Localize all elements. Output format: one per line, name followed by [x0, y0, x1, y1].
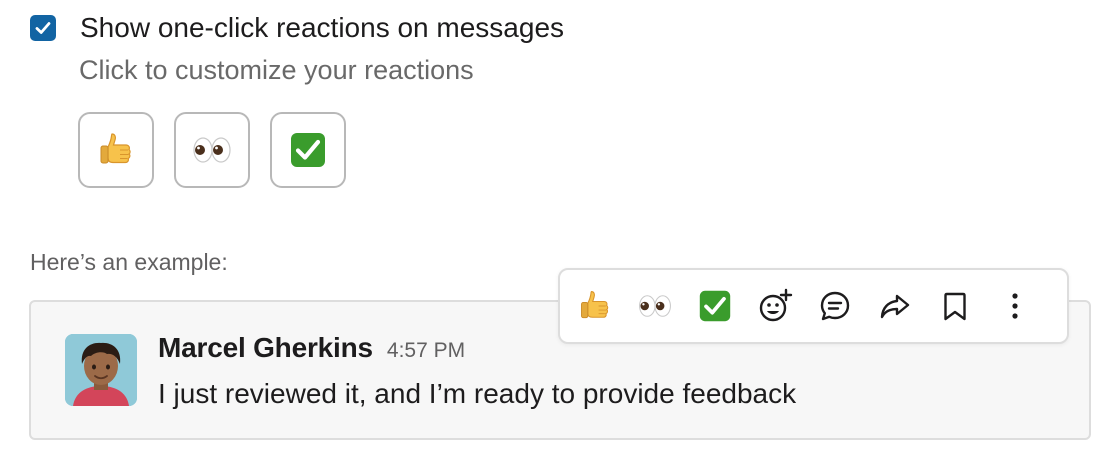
avatar [65, 334, 137, 406]
thumbs-up-emoji-icon [100, 133, 131, 164]
author-name[interactable]: Marcel Gherkins [158, 332, 373, 364]
thumbs-up-emoji-icon [581, 291, 609, 319]
reaction-slot-check[interactable] [270, 112, 346, 188]
add-reaction-icon [759, 288, 793, 322]
quick-react-eyes-button[interactable] [632, 283, 678, 329]
more-actions-button[interactable] [992, 283, 1038, 329]
message-header: Marcel Gherkins 4:57 PM [158, 332, 465, 364]
share-message-button[interactable] [872, 283, 918, 329]
reply-in-thread-icon [820, 291, 850, 321]
eyes-emoji-icon [639, 295, 671, 317]
check-mark-button-emoji-icon [291, 133, 325, 167]
preferences-panel: Show one-click reactions on messages Cli… [0, 0, 1120, 476]
message-timestamp[interactable]: 4:57 PM [387, 339, 465, 363]
example-heading: Here’s an example: [30, 249, 228, 275]
message-body: I just reviewed it, and I’m ready to pro… [158, 378, 797, 409]
quick-react-thumbs-up-button[interactable] [572, 283, 618, 329]
one-click-reactions-setting: Show one-click reactions on messages [30, 10, 564, 46]
share-forward-icon [880, 294, 910, 319]
reaction-customizer [78, 112, 346, 188]
reaction-slot-eyes[interactable] [174, 112, 250, 188]
message-actions-toolbar [558, 268, 1069, 344]
add-reaction-button[interactable] [752, 283, 798, 329]
checkbox-label[interactable]: Show one-click reactions on messages [80, 10, 564, 46]
save-for-later-button[interactable] [932, 283, 978, 329]
reaction-slot-thumbs-up[interactable] [78, 112, 154, 188]
check-mark-button-emoji-icon [699, 290, 731, 322]
bookmark-icon [944, 292, 966, 321]
checkmark-icon [35, 22, 51, 34]
quick-react-check-button[interactable] [692, 283, 738, 329]
more-actions-icon [1012, 293, 1018, 319]
eyes-emoji-icon [193, 137, 231, 163]
one-click-reactions-checkbox[interactable] [30, 15, 56, 41]
reply-in-thread-button[interactable] [812, 283, 858, 329]
customize-hint: Click to customize your reactions [79, 55, 474, 85]
